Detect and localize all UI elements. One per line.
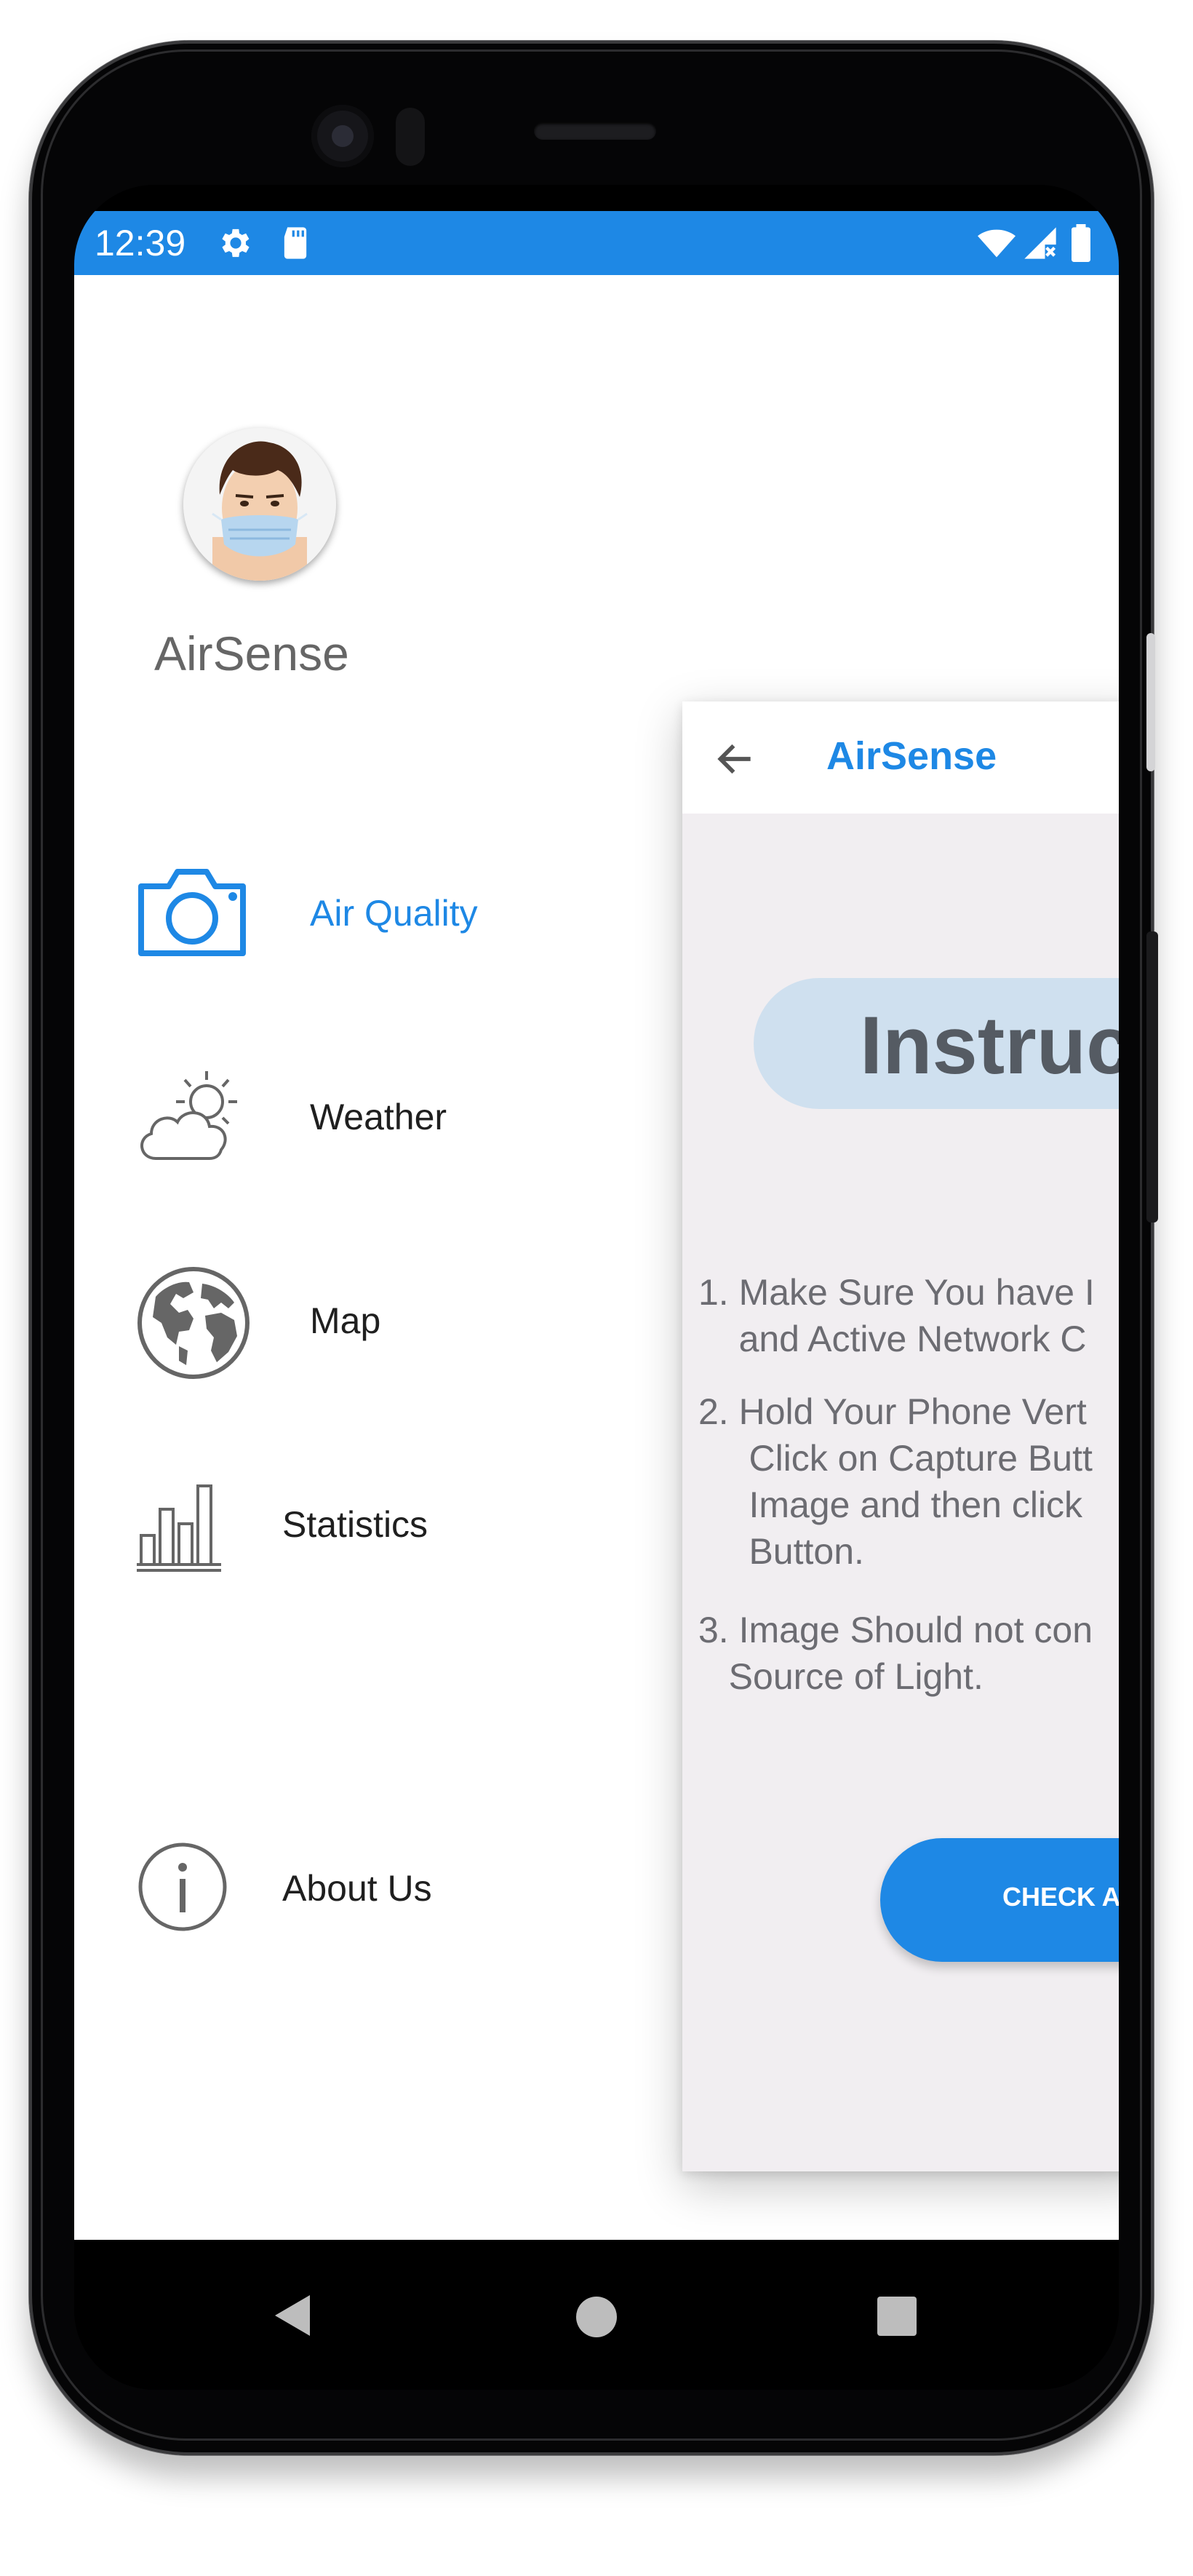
earpiece-speaker [534,122,656,140]
instruction-item-3: 3. Image Should not con Source of Light. [698,1610,1093,1697]
nav-label-air-quality: Air Quality [310,893,478,934]
power-button [1146,931,1158,1223]
nav-item-statistics[interactable]: Statistics [132,1468,627,1578]
nav-item-map[interactable]: Map [132,1265,627,1379]
volume-button [1146,633,1155,771]
instruction-item-1: 1. Make Sure You have I and Active Netwo… [698,1272,1095,1359]
card-app-bar: AirSense [682,701,1119,814]
instructions-heading-pill: Instruct [754,978,1119,1109]
camera-icon [138,869,246,956]
status-time: 12:39 [95,223,186,263]
home-circle-icon[interactable] [575,2295,618,2339]
avatar [183,428,336,581]
main-screen-card[interactable]: AirSense Instruct 1. Make Sure You have … [682,701,1119,2171]
recents-square-icon[interactable] [876,2295,918,2337]
wifi-icon [978,229,1016,258]
nav-label-map: Map [310,1300,381,1341]
battery-icon [1072,224,1090,262]
nav-item-weather[interactable]: Weather [132,1061,627,1170]
bar-chart-icon [137,1484,221,1572]
app-content: AirSense Air Quality Weather Map Statist… [74,275,1119,2240]
check-button-label: CHECK A [1002,1882,1119,1912]
info-icon [138,1842,227,1931]
screen: 12:39 AirSense Air Quality Weather Map S… [74,185,1119,2390]
system-nav-bar [74,2240,1119,2390]
drawer-app-name: AirSense [154,627,349,680]
globe-icon [137,1267,250,1379]
nav-label-about-us: About Us [282,1868,432,1909]
proximity-sensor [396,108,425,166]
masked-person-avatar [183,428,336,581]
instructions-heading: Instruct [860,1000,1119,1091]
back-triangle-icon[interactable] [271,2292,314,2339]
instruction-item-2: 2. Hold Your Phone Vert Click on Capture… [698,1391,1093,1572]
back-arrow-icon[interactable] [713,736,758,782]
front-camera [311,105,374,167]
nav-item-about-us[interactable]: About Us [132,1832,627,1941]
card-app-title: AirSense [826,734,997,778]
check-air-quality-button[interactable]: CHECK A [880,1838,1119,1962]
gear-icon [222,228,250,258]
sd-card-icon [284,227,307,259]
nav-label-statistics: Statistics [282,1504,428,1545]
nav-label-weather: Weather [310,1097,447,1137]
status-bar: 12:39 [74,211,1119,275]
signal-icon [1024,227,1056,259]
cloud-sun-icon [140,1071,237,1160]
nav-item-air-quality[interactable]: Air Quality [132,857,627,966]
